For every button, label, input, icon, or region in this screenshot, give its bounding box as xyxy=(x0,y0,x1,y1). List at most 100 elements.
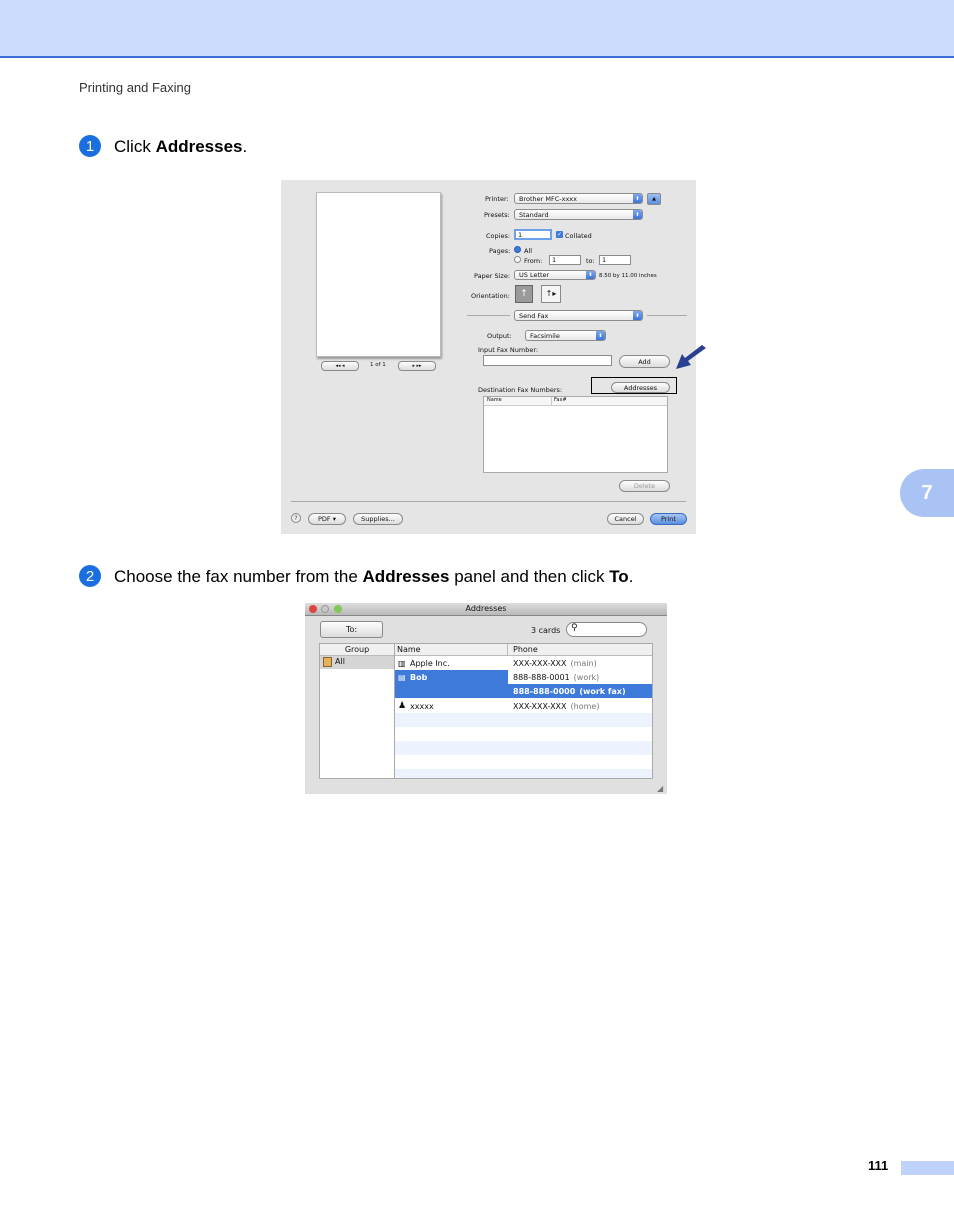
contact-phone: 888-888-0000 xyxy=(513,686,576,696)
pages-from-radio[interactable] xyxy=(514,256,521,263)
contact-phone-type: (work) xyxy=(573,672,600,682)
group-item-label: All xyxy=(335,657,345,666)
contact-name: xxxxx xyxy=(410,701,434,711)
output-select[interactable]: Facsimile ⬍ xyxy=(525,330,606,341)
contact-phone-type: (main) xyxy=(570,658,597,668)
chevron-updown-icon: ⬍ xyxy=(633,210,642,219)
step-1-bullet: 1 xyxy=(79,135,101,157)
contact-name: Apple Inc. xyxy=(410,658,450,668)
destination-table-header: Name Fax# xyxy=(484,397,667,406)
group-pane: Group All xyxy=(319,643,395,779)
contact-phone-type: (home) xyxy=(570,701,600,711)
contacts-header: Name Phone xyxy=(395,644,652,656)
presets-label: Presets: xyxy=(484,211,510,219)
presets-select[interactable]: Standard ⬍ xyxy=(514,209,643,220)
cancel-button[interactable]: Cancel xyxy=(607,513,644,525)
paper-size-dimensions: 8.50 by 11.00 inches xyxy=(599,273,657,279)
card-count: 3 cards xyxy=(531,626,561,635)
pages-to-label: to: xyxy=(586,257,595,265)
landscape-icon: ↑▸ xyxy=(545,289,557,298)
empty-row xyxy=(395,713,652,727)
window-title: Addresses xyxy=(465,604,507,613)
copies-label: Copies: xyxy=(486,232,511,240)
disclosure-button[interactable]: ▲ xyxy=(647,193,661,205)
header-band xyxy=(0,0,954,58)
printer-label: Printer: xyxy=(485,195,509,203)
phone-cell-work[interactable]: 888-888-0001 (work) xyxy=(508,670,652,684)
step-2-bullet: 2 xyxy=(79,565,101,587)
help-icon[interactable]: ? xyxy=(291,513,301,523)
page-preview xyxy=(316,192,441,357)
orientation-label: Orientation: xyxy=(471,292,510,300)
chevron-updown-icon: ⬍ xyxy=(633,311,642,320)
building-icon: ▥ xyxy=(398,658,406,668)
group-header: Group xyxy=(320,644,394,656)
contact-phone: XXX-XXX-XXX xyxy=(513,658,567,668)
pages-label: Pages: xyxy=(489,247,511,255)
printer-select[interactable]: Brother MFC-xxxx ⬍ xyxy=(514,193,643,204)
name-header: Name xyxy=(397,645,421,654)
contacts-pane: Name Phone ▥ Apple Inc. XXX-XXX-XXX (main… xyxy=(395,643,653,779)
resize-grip-icon[interactable]: ◢ xyxy=(657,784,663,793)
bottom-divider xyxy=(291,501,686,502)
pages-from-label: From: xyxy=(524,257,543,265)
paper-size-label: Paper Size: xyxy=(474,272,511,280)
collated-checkbox[interactable]: ✓ xyxy=(556,231,563,238)
pointer-arrow-icon xyxy=(676,345,706,369)
preview-next-buttons[interactable]: ▸ ▸▸ xyxy=(398,361,436,371)
triangle-up-icon: ▲ xyxy=(652,196,656,202)
print-dialog-screenshot: ◂◂ ◂ 1 of 1 ▸ ▸▸ Printer: Brother MFC-xx… xyxy=(281,180,706,534)
group-item-all[interactable]: All xyxy=(320,656,394,669)
paper-size-select[interactable]: US Letter ⬍ xyxy=(514,270,596,280)
step-1-text: Click Addresses. xyxy=(114,137,248,156)
destination-table: Name Fax# xyxy=(483,396,668,473)
pages-all-radio[interactable] xyxy=(514,246,521,253)
contact-row[interactable]: ▥ Apple Inc. XXX-XXX-XXX (main) xyxy=(395,656,652,670)
chevron-updown-icon: ⬍ xyxy=(633,194,642,203)
pdf-button[interactable]: PDF ▾ xyxy=(308,513,346,525)
pages-from-input[interactable]: 1 xyxy=(549,255,581,265)
search-input[interactable]: ⚲ xyxy=(566,622,647,637)
portrait-icon: ↑ xyxy=(520,289,528,299)
copies-input[interactable]: 1 xyxy=(514,229,552,240)
divider-left xyxy=(467,315,510,316)
card-icon: ▤ xyxy=(398,672,406,682)
table-header-divider xyxy=(551,397,552,405)
contact-phone-type: (work fax) xyxy=(579,686,626,696)
person-icon: ♟ xyxy=(398,701,407,711)
header-divider xyxy=(507,644,508,655)
input-fax-field[interactable] xyxy=(483,355,612,366)
section-select[interactable]: Send Fax ⬍ xyxy=(514,310,643,321)
contact-phone: 888-888-0001 xyxy=(513,672,570,682)
empty-row xyxy=(395,769,652,778)
contact-phone: XXX-XXX-XXX xyxy=(513,701,567,711)
input-fax-label: Input Fax Number: xyxy=(478,346,539,354)
contact-name: Bob xyxy=(410,672,428,682)
contact-row[interactable]: ♟ xxxxx XXX-XXX-XXX (home) xyxy=(395,699,652,713)
chapter-tab: 7 xyxy=(900,469,954,517)
orientation-portrait-button[interactable]: ↑ xyxy=(515,285,533,303)
phone-cell-work-fax[interactable]: 888-888-0000 (work fax) xyxy=(513,684,626,698)
addresses-button[interactable]: Addresses xyxy=(611,382,670,393)
add-button[interactable]: Add xyxy=(619,355,670,368)
contact-row-selected[interactable]: ▤ Bob 888-888-0001 (work) 888-888-0000 (wo… xyxy=(395,670,652,698)
addresses-window-screenshot: Addresses To: 3 cards ⚲ Group All Name P… xyxy=(305,603,667,794)
address-book-icon xyxy=(323,657,332,667)
preview-page-indicator: 1 of 1 xyxy=(370,362,386,368)
table-header-fax: Fax# xyxy=(554,397,567,403)
preview-prev-buttons[interactable]: ◂◂ ◂ xyxy=(321,361,359,371)
page-number-bar xyxy=(901,1161,954,1175)
search-icon: ⚲ xyxy=(571,623,578,633)
delete-button[interactable]: Delete xyxy=(619,480,670,492)
supplies-button[interactable]: Supplies... xyxy=(353,513,403,525)
output-label: Output: xyxy=(487,332,512,340)
pages-to-input[interactable]: 1 xyxy=(599,255,631,265)
destination-label: Destination Fax Numbers: xyxy=(478,386,563,394)
pages-all-label: All xyxy=(524,247,533,255)
page-number: 111 xyxy=(868,1158,889,1173)
to-button[interactable]: To: xyxy=(320,621,383,638)
orientation-landscape-button[interactable]: ↑▸ xyxy=(541,285,561,303)
phone-header: Phone xyxy=(513,645,538,654)
divider-right xyxy=(647,315,687,316)
print-button[interactable]: Print xyxy=(650,513,687,525)
